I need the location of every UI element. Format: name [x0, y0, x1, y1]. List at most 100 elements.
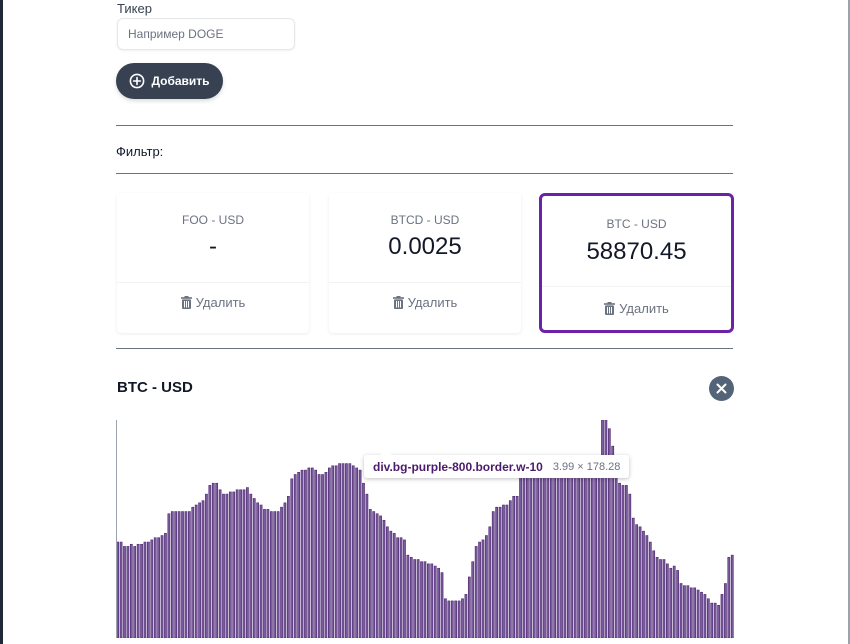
- chart-bar: [604, 420, 608, 638]
- chart-bar: [256, 502, 259, 638]
- chart-bar: [150, 539, 154, 638]
- ticker-price: -: [209, 233, 217, 260]
- chart-bar: [710, 602, 714, 638]
- chart-bar: [327, 467, 331, 638]
- chart-bar: [191, 506, 195, 638]
- ticker-input[interactable]: [117, 18, 295, 50]
- chart-bar: [447, 600, 451, 638]
- delete-button[interactable]: Удалить: [542, 300, 731, 317]
- ticker-card-selected[interactable]: BTC - USD 58870.45 Удалить: [539, 193, 734, 333]
- chart-bar: [300, 469, 304, 638]
- chart-bar: [420, 561, 423, 638]
- ticker-label: Тикер: [117, 1, 152, 16]
- chart-bar: [355, 467, 359, 638]
- card-divider: [542, 286, 731, 287]
- chart-bar: [683, 585, 686, 638]
- ticker-card[interactable]: BTCD - USD 0.0025 Удалить: [329, 193, 521, 333]
- chart-bar: [659, 559, 662, 638]
- delete-label: Удалить: [195, 295, 246, 310]
- chart-bar: [526, 465, 529, 638]
- trash-icon: [604, 302, 616, 315]
- filter-label: Фильтр:: [116, 144, 164, 159]
- chart-bar: [140, 543, 143, 638]
- tooltip-arrow: [380, 449, 392, 455]
- trash-icon: [180, 296, 192, 309]
- chart-bar: [396, 537, 399, 638]
- chart-bar: [433, 565, 437, 638]
- chart-bar: [147, 541, 150, 638]
- plus-circle-icon: [130, 73, 145, 89]
- chart-bar: [625, 485, 628, 638]
- chart-bar: [297, 472, 300, 638]
- chart-bar: [392, 533, 396, 638]
- card-divider: [117, 282, 309, 283]
- chart-bar: [403, 539, 406, 638]
- chart-bar: [563, 463, 567, 638]
- chart-bar: [222, 493, 225, 638]
- chart-bar: [181, 511, 184, 638]
- chart-bar: [727, 557, 731, 638]
- chart-bar: [706, 598, 710, 638]
- delete-button[interactable]: Удалить: [329, 294, 521, 311]
- chart-bar: [618, 482, 621, 638]
- chart-bar: [696, 589, 700, 638]
- chart-bar: [382, 519, 386, 638]
- add-button[interactable]: Добавить: [116, 63, 223, 99]
- chart-bar: [580, 463, 584, 638]
- chart-bar: [717, 605, 720, 638]
- chart-bar: [461, 598, 464, 638]
- ticker-card[interactable]: FOO - USD - Удалить: [117, 193, 309, 333]
- chart-bar: [590, 463, 594, 638]
- chart-bar: [136, 543, 140, 638]
- delete-label: Удалить: [407, 295, 458, 310]
- delete-button[interactable]: Удалить: [117, 294, 309, 311]
- chart-bar: [239, 489, 242, 638]
- chart-bar: [720, 594, 724, 638]
- chart-bar: [358, 469, 362, 638]
- chart-bar: [276, 511, 280, 638]
- chart-bar: [413, 559, 417, 638]
- ticker-name: BTC - USD: [606, 217, 667, 231]
- add-button-label: Добавить: [151, 74, 210, 88]
- chart-bar: [488, 526, 492, 638]
- chart-bar: [211, 482, 215, 638]
- chart-bar: [338, 463, 341, 638]
- price-bar-chart: [116, 420, 734, 638]
- close-graph-button[interactable]: [709, 376, 734, 401]
- divider-graph: [116, 348, 733, 349]
- chart-bar: [570, 463, 574, 638]
- chart-bar: [693, 587, 697, 638]
- divider-filter: [116, 173, 733, 174]
- chart-bar: [498, 506, 502, 638]
- chart-bar: [246, 487, 249, 638]
- chart-bar: [423, 561, 427, 638]
- graph-title: BTC - USD: [117, 379, 193, 396]
- chart-bar: [157, 537, 160, 638]
- chart-bar: [194, 504, 198, 638]
- chart-bar: [379, 515, 382, 638]
- chart-bar: [310, 467, 314, 638]
- chart-bar: [365, 493, 369, 638]
- chart-bar: [652, 550, 656, 638]
- ticker-name: FOO - USD: [182, 213, 244, 227]
- chart-bar: [409, 557, 413, 638]
- chart-bar: [283, 502, 287, 638]
- chart-bar: [263, 509, 266, 638]
- chart-bar: [143, 541, 147, 638]
- chart-bar: [471, 561, 475, 638]
- chart-bar: [450, 600, 454, 638]
- devtools-tooltip: div.bg-purple-800.border.w-10 3.99 × 178…: [364, 449, 630, 478]
- chart-bar: [464, 594, 468, 638]
- chart-bar: [317, 474, 321, 638]
- chart-bar: [502, 504, 505, 638]
- card-divider: [329, 282, 521, 283]
- chart-bar: [273, 511, 277, 638]
- chart-bar: [679, 583, 683, 638]
- chart-bar: [631, 517, 635, 638]
- chart-bar: [235, 489, 239, 638]
- chart-bar: [375, 513, 379, 638]
- chart-bar: [669, 567, 673, 638]
- chart-bar: [177, 511, 181, 638]
- chart-bar: [724, 583, 727, 638]
- chart-bar: [362, 482, 365, 638]
